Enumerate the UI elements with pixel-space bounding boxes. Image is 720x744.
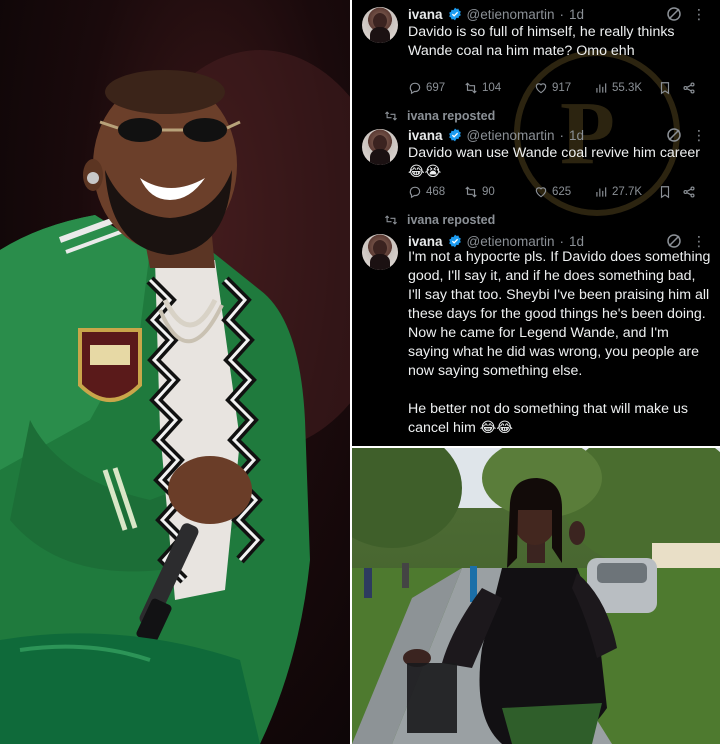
tweet-time[interactable]: 1d — [569, 128, 584, 143]
user-handle[interactable]: @etienomartin — [467, 128, 555, 143]
views-count: 27.7K — [612, 186, 643, 198]
tweet-header: ivana @etienomartin · 1d — [408, 6, 584, 22]
bookmark-button[interactable] — [658, 81, 682, 95]
repost-indicator: ivana reposted — [384, 109, 495, 123]
more-icon[interactable]: ⋮ — [692, 233, 706, 249]
like-count: 625 — [552, 186, 572, 198]
user-name[interactable]: ivana — [408, 7, 443, 22]
tweet-1[interactable]: ivana @etienomartin · 1d ⋮ Davido is so … — [352, 0, 720, 103]
bookmark-icon — [660, 186, 670, 199]
verified-badge-icon — [448, 128, 461, 142]
user-name[interactable]: ivana — [408, 234, 443, 249]
performer-illustration — [0, 50, 350, 744]
grok-icon[interactable] — [666, 127, 682, 143]
views-icon — [596, 83, 607, 93]
bookmark-icon — [660, 82, 670, 95]
dot-separator: · — [559, 6, 565, 22]
tweet-actions: 697 104 917 55.3K — [408, 80, 708, 96]
reply-button[interactable]: 697 — [408, 81, 464, 95]
user-avatar[interactable] — [362, 234, 398, 270]
tweet-3[interactable]: ivana reposted ivana @etienomartin · 1d … — [352, 213, 720, 446]
tweet-actions: 468 90 625 27.7K — [408, 184, 708, 200]
views-icon — [596, 187, 607, 197]
user-avatar[interactable] — [362, 129, 398, 165]
like-button[interactable]: 625 — [534, 185, 594, 199]
woman-illustration — [352, 448, 720, 744]
grok-icon[interactable] — [666, 6, 682, 22]
bookmark-button[interactable] — [658, 185, 682, 199]
share-button[interactable] — [682, 81, 698, 95]
reply-count: 697 — [426, 82, 446, 94]
views-count: 55.3K — [612, 82, 643, 94]
verified-badge-icon — [448, 234, 461, 248]
reply-icon — [409, 82, 421, 95]
retweet-icon — [465, 82, 477, 94]
more-icon[interactable]: ⋮ — [692, 127, 706, 143]
repost-label[interactable]: ivana reposted — [407, 213, 495, 227]
reply-button[interactable]: 468 — [408, 185, 464, 199]
retweet-icon — [385, 111, 397, 121]
tweet-2[interactable]: ivana reposted ivana @etienomartin · 1d … — [352, 103, 720, 213]
reply-icon — [409, 186, 421, 199]
repost-indicator: ivana reposted — [384, 213, 495, 227]
retweet-button[interactable]: 90 — [464, 185, 534, 199]
verified-badge-icon — [448, 7, 461, 21]
retweet-count: 104 — [482, 82, 502, 94]
share-button[interactable] — [682, 185, 698, 199]
user-handle[interactable]: @etienomartin — [467, 234, 555, 249]
like-button[interactable]: 917 — [534, 81, 594, 95]
views-button[interactable]: 27.7K — [594, 185, 658, 199]
user-avatar[interactable] — [362, 7, 398, 43]
like-icon — [535, 187, 547, 198]
dot-separator: · — [559, 233, 565, 249]
tweet-text: Davido wan use Wande coal revive him car… — [408, 145, 704, 180]
tweet-time[interactable]: 1d — [569, 234, 584, 249]
like-icon — [535, 83, 547, 94]
retweet-icon — [465, 186, 477, 198]
tweet-header: ivana @etienomartin · 1d — [408, 127, 584, 143]
retweet-icon — [385, 215, 397, 225]
tweet-feed: P ivana @etienomartin · 1d ⋮ Davido is s… — [352, 0, 720, 446]
views-button[interactable]: 55.3K — [594, 81, 658, 95]
like-count: 917 — [552, 82, 572, 94]
user-name[interactable]: ivana — [408, 128, 443, 143]
tweet-time[interactable]: 1d — [569, 7, 584, 22]
tweet-header: ivana @etienomartin · 1d — [408, 233, 584, 249]
repost-label[interactable]: ivana reposted — [407, 109, 495, 123]
retweet-button[interactable]: 104 — [464, 81, 534, 95]
performer-photo — [0, 0, 350, 744]
dot-separator: · — [559, 127, 565, 143]
retweet-count: 90 — [482, 186, 495, 198]
user-handle[interactable]: @etienomartin — [467, 7, 555, 22]
tweet-text: I'm not a hypocrte pls. If Davido does s… — [408, 249, 711, 436]
woman-photo — [352, 448, 720, 744]
share-icon — [683, 186, 695, 198]
grok-icon[interactable] — [666, 233, 682, 249]
tweet-text: Davido is so full of himself, he really … — [408, 24, 679, 59]
reply-count: 468 — [426, 186, 446, 198]
share-icon — [683, 82, 695, 94]
more-icon[interactable]: ⋮ — [692, 6, 706, 22]
